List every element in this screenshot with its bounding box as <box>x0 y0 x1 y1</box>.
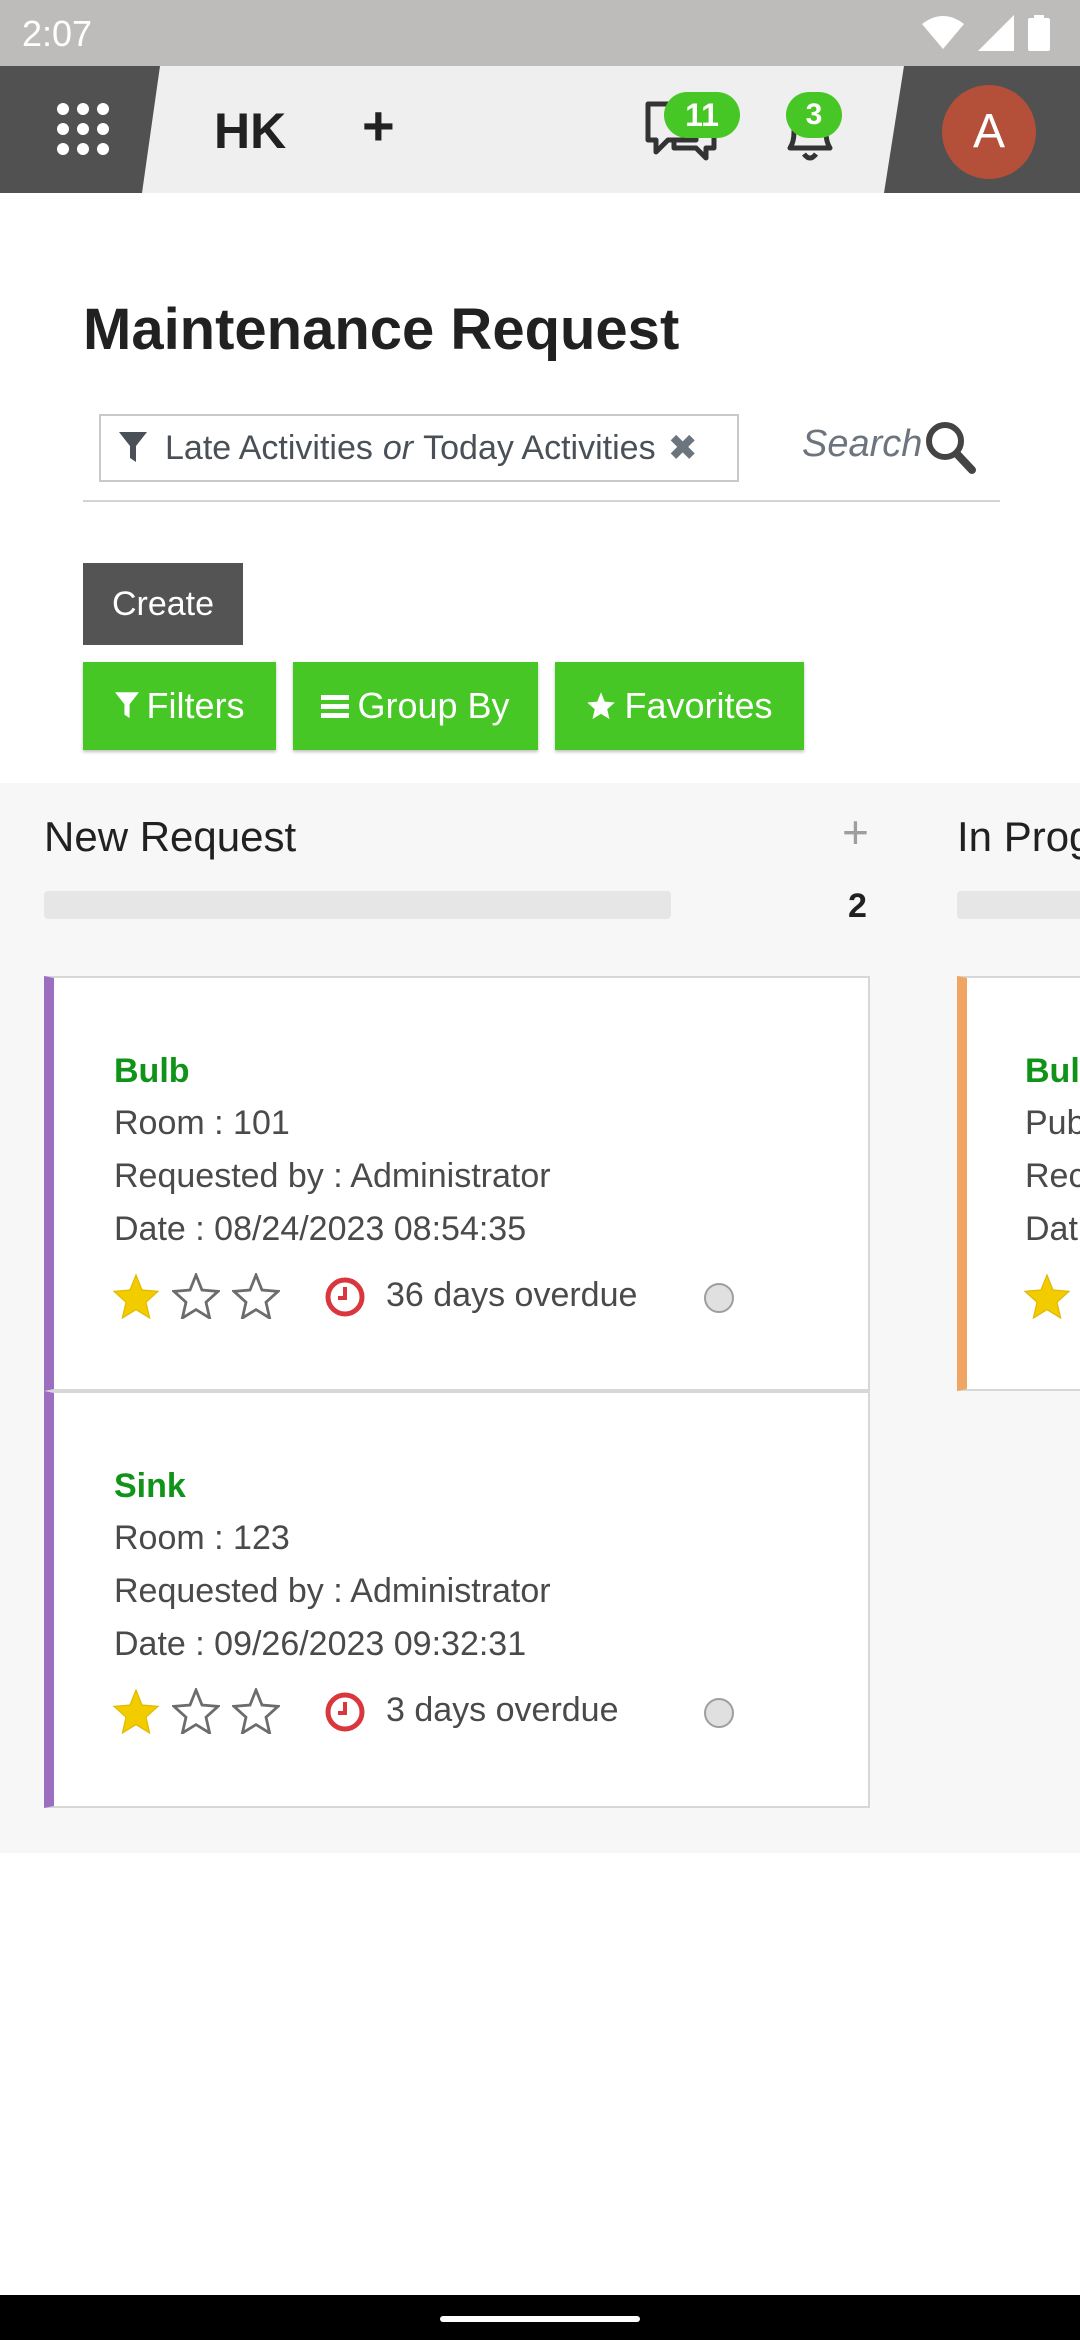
card-title: Bulb <box>114 1052 190 1090</box>
card-date: Dat <box>1025 1210 1078 1248</box>
battery-icon <box>1028 15 1050 51</box>
status-icons <box>922 14 1050 52</box>
column-title-in-progress: In Prog <box>957 813 1080 860</box>
kanban-state-indicator[interactable] <box>704 1698 734 1728</box>
column-count: 2 <box>848 887 867 925</box>
group-by-button[interactable]: Group By <box>293 662 538 750</box>
facet-separator: or <box>382 428 414 467</box>
clock-icon[interactable] <box>324 1691 366 1733</box>
search-icon[interactable] <box>924 420 976 474</box>
priority-stars <box>1023 1273 1071 1319</box>
card-requested-by: Rec <box>1025 1157 1080 1195</box>
page-title: Maintenance Request <box>83 297 680 362</box>
card-date: Date : 08/24/2023 08:54:35 <box>114 1210 527 1248</box>
user-avatar[interactable]: A <box>942 85 1036 179</box>
card-room: Pub <box>1025 1104 1080 1142</box>
home-gesture-handle[interactable] <box>440 2316 640 2322</box>
star-empty-icon[interactable] <box>232 1688 280 1734</box>
search-facet[interactable]: Late Activities or Today Activities ✖ <box>99 414 739 482</box>
star-filled-icon[interactable] <box>112 1273 160 1319</box>
overdue-text: 36 days overdue <box>386 1276 638 1314</box>
star-empty-icon[interactable] <box>172 1273 220 1319</box>
favorites-label: Favorites <box>624 685 773 726</box>
facet-value-late: Late Activities <box>165 428 373 467</box>
clock-icon[interactable] <box>324 1276 366 1318</box>
company-name[interactable]: HK <box>214 102 286 160</box>
column-progress-bar <box>957 891 1080 919</box>
facet-remove-button[interactable]: ✖ <box>668 427 698 469</box>
card-title: Bul <box>1025 1052 1080 1090</box>
kanban-board: New Request + 2 Bulb Room : 101 Requeste… <box>0 783 1080 1853</box>
favorites-button[interactable]: Favorites <box>555 662 804 750</box>
star-empty-icon[interactable] <box>232 1273 280 1319</box>
card-requested-by: Requested by : Administrator <box>114 1157 551 1195</box>
star-filled-icon[interactable] <box>112 1688 160 1734</box>
create-button[interactable]: Create <box>83 563 243 645</box>
apps-menu-button[interactable] <box>0 66 160 193</box>
facet-value-today: Today Activities <box>423 428 656 467</box>
card-room: Room : 123 <box>114 1519 290 1557</box>
star-filled-icon[interactable] <box>1023 1273 1071 1319</box>
cell-signal-icon <box>978 15 1014 51</box>
apps-grid-icon <box>57 103 109 155</box>
filters-label: Filters <box>146 685 245 726</box>
star-empty-icon[interactable] <box>172 1688 220 1734</box>
card-date: Date : 09/26/2023 09:32:31 <box>114 1625 527 1663</box>
filter-icon <box>114 692 139 718</box>
priority-stars <box>112 1273 280 1319</box>
wifi-icon <box>922 16 964 49</box>
filters-button[interactable]: Filters <box>83 662 276 750</box>
overdue-text: 3 days overdue <box>386 1691 619 1729</box>
list-icon <box>321 695 350 718</box>
card-room: Room : 101 <box>114 1104 290 1142</box>
priority-stars <box>112 1688 280 1734</box>
filter-icon <box>119 432 147 462</box>
kanban-state-indicator[interactable] <box>704 1283 734 1313</box>
top-navbar: HK + 11 3 A <box>0 66 1080 193</box>
search-divider <box>83 500 1000 502</box>
kanban-card[interactable]: Bul Pub Rec Dat <box>957 976 1080 1391</box>
column-quick-add-button[interactable]: + <box>842 805 869 859</box>
column-title-new-request: New Request <box>44 813 297 860</box>
kanban-card[interactable]: Bulb Room : 101 Requested by : Administr… <box>44 976 870 1391</box>
messages-badge: 11 <box>664 92 740 138</box>
column-progress-bar <box>44 891 671 919</box>
quick-create-button[interactable]: + <box>362 96 395 156</box>
star-icon <box>587 692 616 720</box>
kanban-card[interactable]: Sink Room : 123 Requested by : Administr… <box>44 1391 870 1808</box>
card-requested-by: Requested by : Administrator <box>114 1572 551 1610</box>
group-by-label: Group By <box>357 685 510 726</box>
status-time: 2:07 <box>22 13 93 54</box>
status-bar: 2:07 <box>0 0 1080 66</box>
notifications-badge: 3 <box>786 92 842 138</box>
card-title: Sink <box>114 1467 186 1505</box>
